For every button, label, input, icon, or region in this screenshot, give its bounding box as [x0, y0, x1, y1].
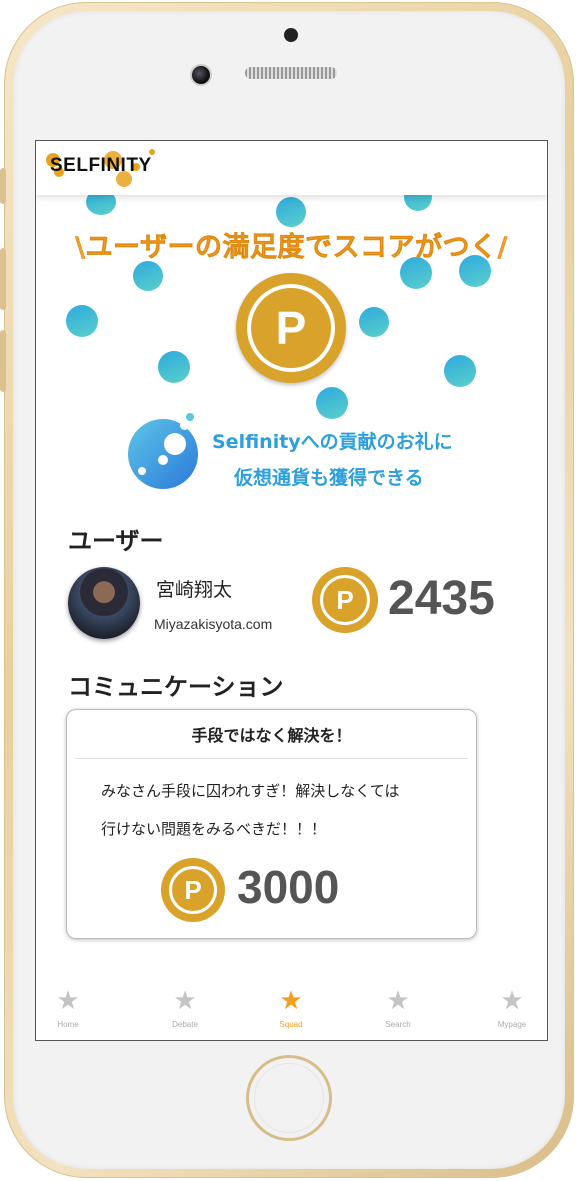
- decor-bubble: [316, 387, 348, 419]
- coin-symbol: P: [247, 284, 335, 372]
- tab-home[interactable]: ★ Home: [38, 987, 98, 1029]
- decor-bubble: [444, 355, 476, 387]
- big-coin-icon: P: [236, 273, 346, 383]
- promo-line-1: Selfinityへの貢献のお礼に: [212, 431, 453, 453]
- tab-debate[interactable]: ★ Debate: [155, 987, 215, 1029]
- card-title: 手段ではなく解決を！: [191, 726, 352, 745]
- star-icon: ★: [173, 986, 197, 1016]
- card-body-line-2: 行けない問題をみるべきだ！！！: [101, 820, 327, 838]
- tab-squad[interactable]: ★ Squad: [261, 987, 321, 1029]
- earpiece-speaker: [245, 67, 337, 79]
- communication-card[interactable]: 手段ではなく解決を！ みなさん手段に囚われすぎ！解決しなくては 行けない問題をみ…: [66, 709, 477, 939]
- bottom-tab-bar: ★ Home ★ Debate ★ Squad ★ Search ★ Mypag…: [36, 979, 547, 1040]
- promo-line-2: 仮想通貨も獲得できる: [234, 467, 424, 489]
- card-reward-score: 3000: [237, 861, 340, 913]
- app-header: SELFINITY: [36, 141, 547, 195]
- star-icon: ★: [279, 986, 303, 1016]
- user-website-link[interactable]: Miyazakisyota.com: [154, 616, 272, 632]
- promo-headline: \ユーザーの満足度でスコアがつく/: [75, 232, 508, 264]
- decor-bubble: [276, 197, 306, 227]
- reward-coin-icon: P: [161, 858, 225, 922]
- user-coin-icon: P: [312, 567, 378, 633]
- home-button[interactable]: [246, 1055, 332, 1141]
- app-logo[interactable]: SELFINITY: [50, 155, 152, 177]
- tab-label: Debate: [172, 1020, 198, 1029]
- tab-label: Home: [57, 1020, 79, 1029]
- decor-bubble: [66, 305, 98, 337]
- avatar[interactable]: [68, 567, 140, 639]
- proximity-sensor: [284, 28, 298, 42]
- front-camera: [190, 64, 212, 86]
- card-divider: [75, 758, 468, 759]
- selfinity-bubble-logo-icon: [128, 413, 198, 489]
- tab-search[interactable]: ★ Search: [368, 987, 428, 1029]
- user-name[interactable]: 宮崎翔太: [156, 575, 232, 602]
- tab-label: Squad: [279, 1020, 303, 1029]
- star-icon: ★: [500, 986, 524, 1016]
- decor-bubble: [133, 261, 163, 291]
- coin-symbol: P: [169, 866, 217, 914]
- volume-down-button: [0, 330, 6, 392]
- card-body-line-1: みなさん手段に囚われすぎ！解決しなくては: [101, 782, 400, 800]
- decor-bubble: [158, 351, 190, 383]
- app-screen: SELFINITY \ユーザーの満足度でスコアがつく/ P Selfinityへ…: [35, 140, 548, 1041]
- mute-switch: [0, 168, 6, 204]
- coin-symbol: P: [320, 575, 370, 625]
- tab-mypage[interactable]: ★ Mypage: [482, 987, 542, 1029]
- star-icon: ★: [56, 986, 80, 1016]
- communication-section-title: コミュニケーション: [68, 673, 284, 701]
- user-section-title: ユーザー: [68, 527, 164, 555]
- volume-up-button: [0, 248, 6, 310]
- user-score: 2435: [388, 572, 495, 625]
- tab-label: Mypage: [497, 1020, 527, 1029]
- star-icon: ★: [386, 986, 410, 1016]
- decor-bubble: [359, 307, 389, 337]
- tab-label: Search: [385, 1020, 411, 1029]
